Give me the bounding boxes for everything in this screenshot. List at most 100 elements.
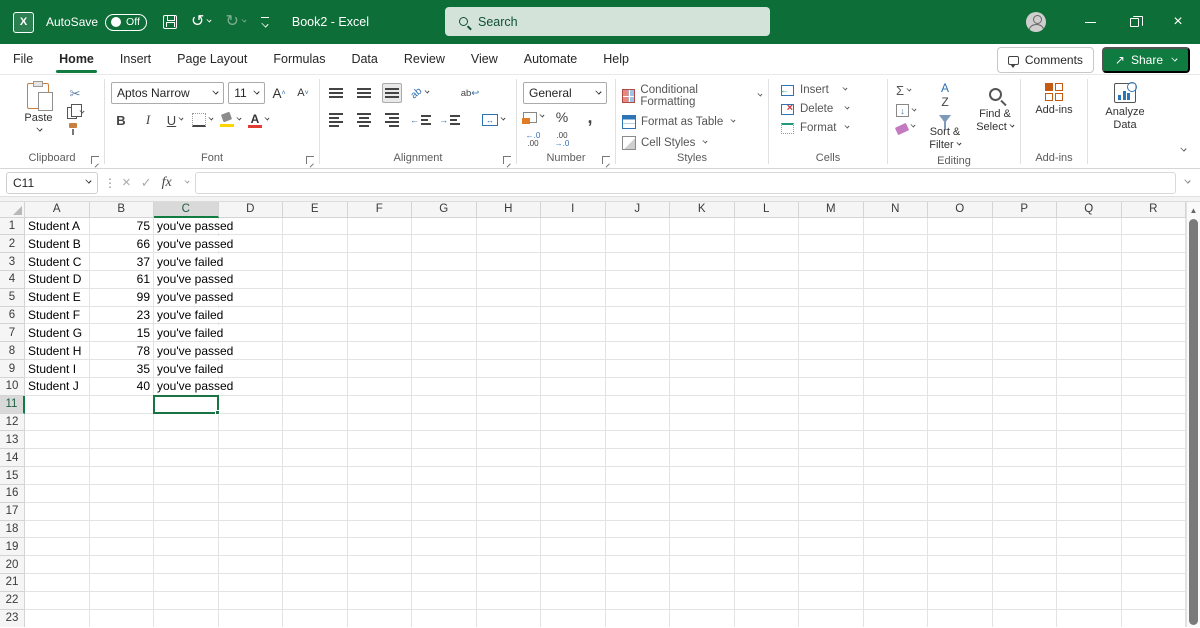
cell-I12[interactable]: [541, 413, 606, 432]
cell-G16[interactable]: [412, 484, 477, 503]
cell-Q14[interactable]: [1057, 449, 1122, 468]
conditional-formatting-button[interactable]: Conditional Formatting: [620, 83, 764, 109]
cell-P8[interactable]: [992, 342, 1057, 361]
addins-button[interactable]: Add-ins: [1029, 80, 1078, 151]
cell-D16[interactable]: [218, 484, 283, 503]
increase-decimal-button[interactable]: ←.0.00: [523, 130, 543, 150]
cell-E4[interactable]: [283, 270, 348, 289]
cell-O5[interactable]: [928, 288, 993, 307]
cell-A7[interactable]: Student G: [25, 324, 90, 343]
row-header-23[interactable]: 23: [0, 609, 25, 627]
cell-I20[interactable]: [541, 556, 606, 575]
cell-A11[interactable]: [25, 395, 90, 414]
cell-N22[interactable]: [863, 591, 928, 610]
cell-G20[interactable]: [412, 556, 477, 575]
comments-button[interactable]: Comments: [996, 47, 1094, 73]
cell-M7[interactable]: [799, 324, 864, 343]
cell-N19[interactable]: [863, 538, 928, 557]
col-header-O[interactable]: O: [928, 202, 993, 218]
cell-F11[interactable]: [347, 395, 412, 414]
cell-L3[interactable]: [734, 253, 799, 271]
cell-M12[interactable]: [799, 413, 864, 432]
cell-F23[interactable]: [347, 609, 412, 627]
increase-font-size-button[interactable]: A ˄: [269, 83, 289, 103]
enter-icon[interactable]: ✓: [141, 175, 152, 191]
cell-O11[interactable]: [928, 395, 993, 414]
cell-H22[interactable]: [476, 591, 541, 610]
cell-G10[interactable]: [412, 377, 477, 396]
cell-C2[interactable]: you've passed: [154, 235, 238, 254]
cell-J8[interactable]: [605, 342, 670, 361]
cell-R1[interactable]: [1121, 217, 1186, 236]
col-header-P[interactable]: P: [992, 202, 1057, 218]
cell-Q2[interactable]: [1057, 235, 1122, 254]
clipboard-dialog-launcher[interactable]: [91, 156, 99, 164]
cell-H3[interactable]: [476, 253, 541, 271]
cell-B11[interactable]: [89, 395, 154, 414]
cell-F4[interactable]: [347, 270, 412, 289]
cell-F1[interactable]: [347, 217, 412, 236]
cell-O21[interactable]: [928, 574, 993, 592]
cell-A12[interactable]: [25, 413, 90, 432]
cell-O18[interactable]: [928, 520, 993, 539]
cell-H8[interactable]: [476, 342, 541, 361]
row-header-16[interactable]: 16: [0, 484, 25, 503]
cell-K18[interactable]: [670, 520, 735, 539]
minimize-button[interactable]: [1068, 0, 1112, 44]
col-header-F[interactable]: F: [347, 202, 412, 218]
cell-I19[interactable]: [541, 538, 606, 557]
cell-F3[interactable]: [347, 253, 412, 271]
cell-P23[interactable]: [992, 609, 1057, 627]
cell-M1[interactable]: [799, 217, 864, 236]
top-align-button[interactable]: [326, 83, 346, 103]
cell-G13[interactable]: [412, 431, 477, 450]
format-cells-button[interactable]: Format: [779, 121, 877, 135]
cell-M4[interactable]: [799, 270, 864, 289]
cancel-icon[interactable]: ×: [122, 174, 131, 191]
copy-button[interactable]: [65, 104, 86, 120]
cell-L12[interactable]: [734, 413, 799, 432]
cell-P12[interactable]: [992, 413, 1057, 432]
cell-C10[interactable]: you've passed: [154, 377, 238, 396]
cell-K21[interactable]: [670, 574, 735, 592]
cell-Q23[interactable]: [1057, 609, 1122, 627]
cell-E10[interactable]: [283, 377, 348, 396]
cell-R6[interactable]: [1121, 306, 1186, 325]
cell-D22[interactable]: [218, 591, 283, 610]
cell-C4[interactable]: you've passed: [154, 270, 238, 289]
cell-M19[interactable]: [799, 538, 864, 557]
cell-E23[interactable]: [283, 609, 348, 627]
row-header-7[interactable]: 7: [0, 324, 25, 343]
cell-M16[interactable]: [799, 484, 864, 503]
cell-A23[interactable]: [25, 609, 90, 627]
cell-N7[interactable]: [863, 324, 928, 343]
cell-B23[interactable]: [89, 609, 154, 627]
cell-J7[interactable]: [605, 324, 670, 343]
cell-P9[interactable]: [992, 360, 1057, 378]
cell-N4[interactable]: [863, 270, 928, 289]
cell-H1[interactable]: [476, 217, 541, 236]
cell-J14[interactable]: [605, 449, 670, 468]
cell-K7[interactable]: [670, 324, 735, 343]
comma-style-button[interactable]: ,: [580, 107, 600, 127]
cell-C8[interactable]: you've passed: [154, 342, 238, 361]
cell-I6[interactable]: [541, 306, 606, 325]
cell-C7[interactable]: you've failed: [154, 324, 228, 343]
cell-K20[interactable]: [670, 556, 735, 575]
cell-H23[interactable]: [476, 609, 541, 627]
cell-K14[interactable]: [670, 449, 735, 468]
tab-page-layout[interactable]: Page Layout: [164, 44, 260, 74]
cell-F21[interactable]: [347, 574, 412, 592]
cell-Q15[interactable]: [1057, 467, 1122, 485]
redo-button[interactable]: ↻: [225, 13, 247, 31]
row-header-15[interactable]: 15: [0, 467, 25, 485]
cell-A22[interactable]: [25, 591, 90, 610]
cell-J21[interactable]: [605, 574, 670, 592]
cell-H20[interactable]: [476, 556, 541, 575]
cell-L16[interactable]: [734, 484, 799, 503]
cell-I3[interactable]: [541, 253, 606, 271]
cell-N5[interactable]: [863, 288, 928, 307]
cell-G9[interactable]: [412, 360, 477, 378]
cell-R15[interactable]: [1121, 467, 1186, 485]
col-header-G[interactable]: G: [412, 202, 477, 218]
